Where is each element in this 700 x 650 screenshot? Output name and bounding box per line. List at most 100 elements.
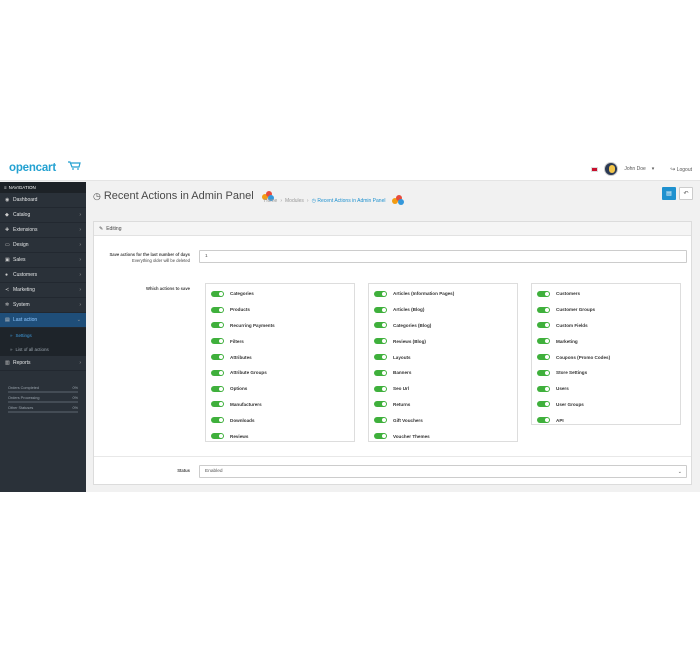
chevron-icon: › xyxy=(79,257,81,263)
action-label: Reviews xyxy=(230,433,249,439)
logout-label: Logout xyxy=(676,166,692,173)
toggle-switch[interactable] xyxy=(211,401,224,408)
toggle-switch[interactable] xyxy=(211,322,224,329)
sidebar-item-design[interactable]: ▭ Design › xyxy=(0,238,86,253)
editing-panel: ✎ Editing Save actions for the last numb… xyxy=(93,221,692,485)
action-toggle-row: Categories xyxy=(211,286,349,302)
toggle-switch[interactable] xyxy=(374,433,387,440)
toggle-switch[interactable] xyxy=(211,385,224,392)
logo-text: opencart xyxy=(9,162,56,174)
breadcrumb-home[interactable]: Home xyxy=(264,198,277,204)
toggle-switch[interactable] xyxy=(211,290,224,297)
toggle-switch[interactable] xyxy=(537,338,550,345)
action-label: User Groups xyxy=(556,401,584,407)
sidebar-item-label: System xyxy=(13,302,30,308)
action-toggle-row: Filters xyxy=(211,333,349,349)
logout-link[interactable]: ↪ Logout xyxy=(670,166,692,173)
tag-icon: ◆ xyxy=(5,212,9,218)
toggle-switch[interactable] xyxy=(374,306,387,313)
action-label: Customer Groups xyxy=(556,307,596,313)
sidebar-item-reports[interactable]: ▥ Reports › xyxy=(0,356,86,371)
page-title-text: Recent Actions in Admin Panel xyxy=(103,190,254,202)
sidebar-item-marketing[interactable]: ≺ Marketing › xyxy=(0,283,86,298)
action-toggle-row: Attributes xyxy=(211,349,349,365)
sidebar-item-sales[interactable]: ▣ Sales › xyxy=(0,253,86,268)
action-toggle-row: Custom Fields xyxy=(537,318,675,334)
save-button[interactable]: ▤ xyxy=(662,187,676,200)
toggle-switch[interactable] xyxy=(537,306,550,313)
toggle-switch[interactable] xyxy=(374,385,387,392)
breadcrumb-current[interactable]: ◷ Recent Actions in Admin Panel xyxy=(312,198,386,204)
sidebar-subitem-settings[interactable]: » Settings xyxy=(0,328,86,342)
toggle-switch[interactable] xyxy=(537,322,550,329)
sidebar-item-label: Extensions xyxy=(13,227,38,233)
toggle-switch[interactable] xyxy=(537,401,550,408)
toggle-switch[interactable] xyxy=(537,290,550,297)
avatar[interactable] xyxy=(604,162,619,176)
toggle-switch[interactable] xyxy=(211,433,224,440)
toggle-switch[interactable] xyxy=(374,354,387,361)
language-flag-icon[interactable] xyxy=(591,166,599,172)
action-toggle-row: Options xyxy=(211,381,349,397)
toggle-switch[interactable] xyxy=(374,401,387,408)
toggle-switch[interactable] xyxy=(537,385,550,392)
action-toggle-row: Store Settings xyxy=(537,365,675,381)
user-name[interactable]: John Doe xyxy=(624,166,645,172)
which-actions-label: Which actions to save xyxy=(102,286,190,292)
divider xyxy=(94,456,691,457)
sidebar-item-system[interactable]: ✲ System › xyxy=(0,298,86,313)
breadcrumb-sep: › xyxy=(280,197,283,204)
user-menu-caret[interactable]: ▾ xyxy=(652,166,655,172)
sidebar-item-last-action[interactable]: ▤ Last action ⌄ xyxy=(0,313,86,328)
sidebar-item-customers[interactable]: ● Customers › xyxy=(0,268,86,283)
action-toggle-row: Downloads xyxy=(211,412,349,428)
save-days-input[interactable]: 1 xyxy=(199,250,687,263)
breadcrumb-modules[interactable]: Modules xyxy=(285,198,304,204)
toggle-switch[interactable] xyxy=(211,369,224,376)
sidebar-item-dashboard[interactable]: ◉ Dashboard xyxy=(0,193,86,208)
chevron-icon: ⌄ xyxy=(76,317,81,323)
sidebar-item-label: Marketing xyxy=(13,287,35,293)
clock-icon: ◷ xyxy=(93,190,101,201)
toggle-switch[interactable] xyxy=(211,338,224,345)
dashboard-icon: ◉ xyxy=(5,197,10,203)
opencart-logo[interactable]: opencart xyxy=(9,161,81,174)
action-toggle-row: Attribute Groups xyxy=(211,365,349,381)
sidebar-item-extensions[interactable]: ✚ Extensions › xyxy=(0,223,86,238)
toggle-switch[interactable] xyxy=(211,306,224,313)
which-actions-label-text: Which actions to save xyxy=(146,286,190,291)
top-header: opencart John Doe ▾ ↪ Logout xyxy=(0,157,700,181)
action-label: Gift Vouchers xyxy=(393,417,423,423)
action-toggle-row: Customer Groups xyxy=(537,302,675,318)
stat-label: Other Statuses xyxy=(8,406,34,410)
toggle-switch[interactable] xyxy=(537,417,550,424)
toggle-switch[interactable] xyxy=(374,290,387,297)
toggle-switch[interactable] xyxy=(211,417,224,424)
main-content: ◷ Recent Actions in Admin Panel Home › M… xyxy=(86,182,700,492)
action-label: Categories (Blog) xyxy=(393,322,432,328)
toggle-switch[interactable] xyxy=(374,417,387,424)
save-days-label: Save actions for the last number of days… xyxy=(102,252,190,263)
chevron-icon: › xyxy=(79,242,81,248)
logout-icon: ↪ xyxy=(670,166,676,173)
toggle-switch[interactable] xyxy=(374,369,387,376)
status-select[interactable]: Enabled ⌄ xyxy=(199,465,687,478)
sidebar-item-label: Catalog xyxy=(13,212,31,218)
back-button[interactable]: ↶ xyxy=(679,187,693,200)
action-toggle-row: Coupons (Promo Codes) xyxy=(537,349,675,365)
subitem-label: List of all actions xyxy=(15,346,49,352)
sidebar-item-label: Customers xyxy=(13,272,38,278)
toggle-switch[interactable] xyxy=(374,322,387,329)
toggle-switch[interactable] xyxy=(211,354,224,361)
toggle-switch[interactable] xyxy=(537,354,550,361)
action-label: Options xyxy=(230,386,248,392)
toggle-switch[interactable] xyxy=(374,338,387,345)
sidebar-item-catalog[interactable]: ◆ Catalog › xyxy=(0,208,86,223)
action-toggle-row: Reviews xyxy=(211,428,349,444)
save-icon: ▤ xyxy=(666,191,672,197)
sidebar-subitem-list-actions[interactable]: » List of all actions xyxy=(0,342,86,356)
header-user-area: John Doe ▾ ↪ Logout xyxy=(591,160,692,178)
action-label: Store Settings xyxy=(556,370,588,376)
action-label: Products xyxy=(230,307,250,313)
toggle-switch[interactable] xyxy=(537,369,550,376)
